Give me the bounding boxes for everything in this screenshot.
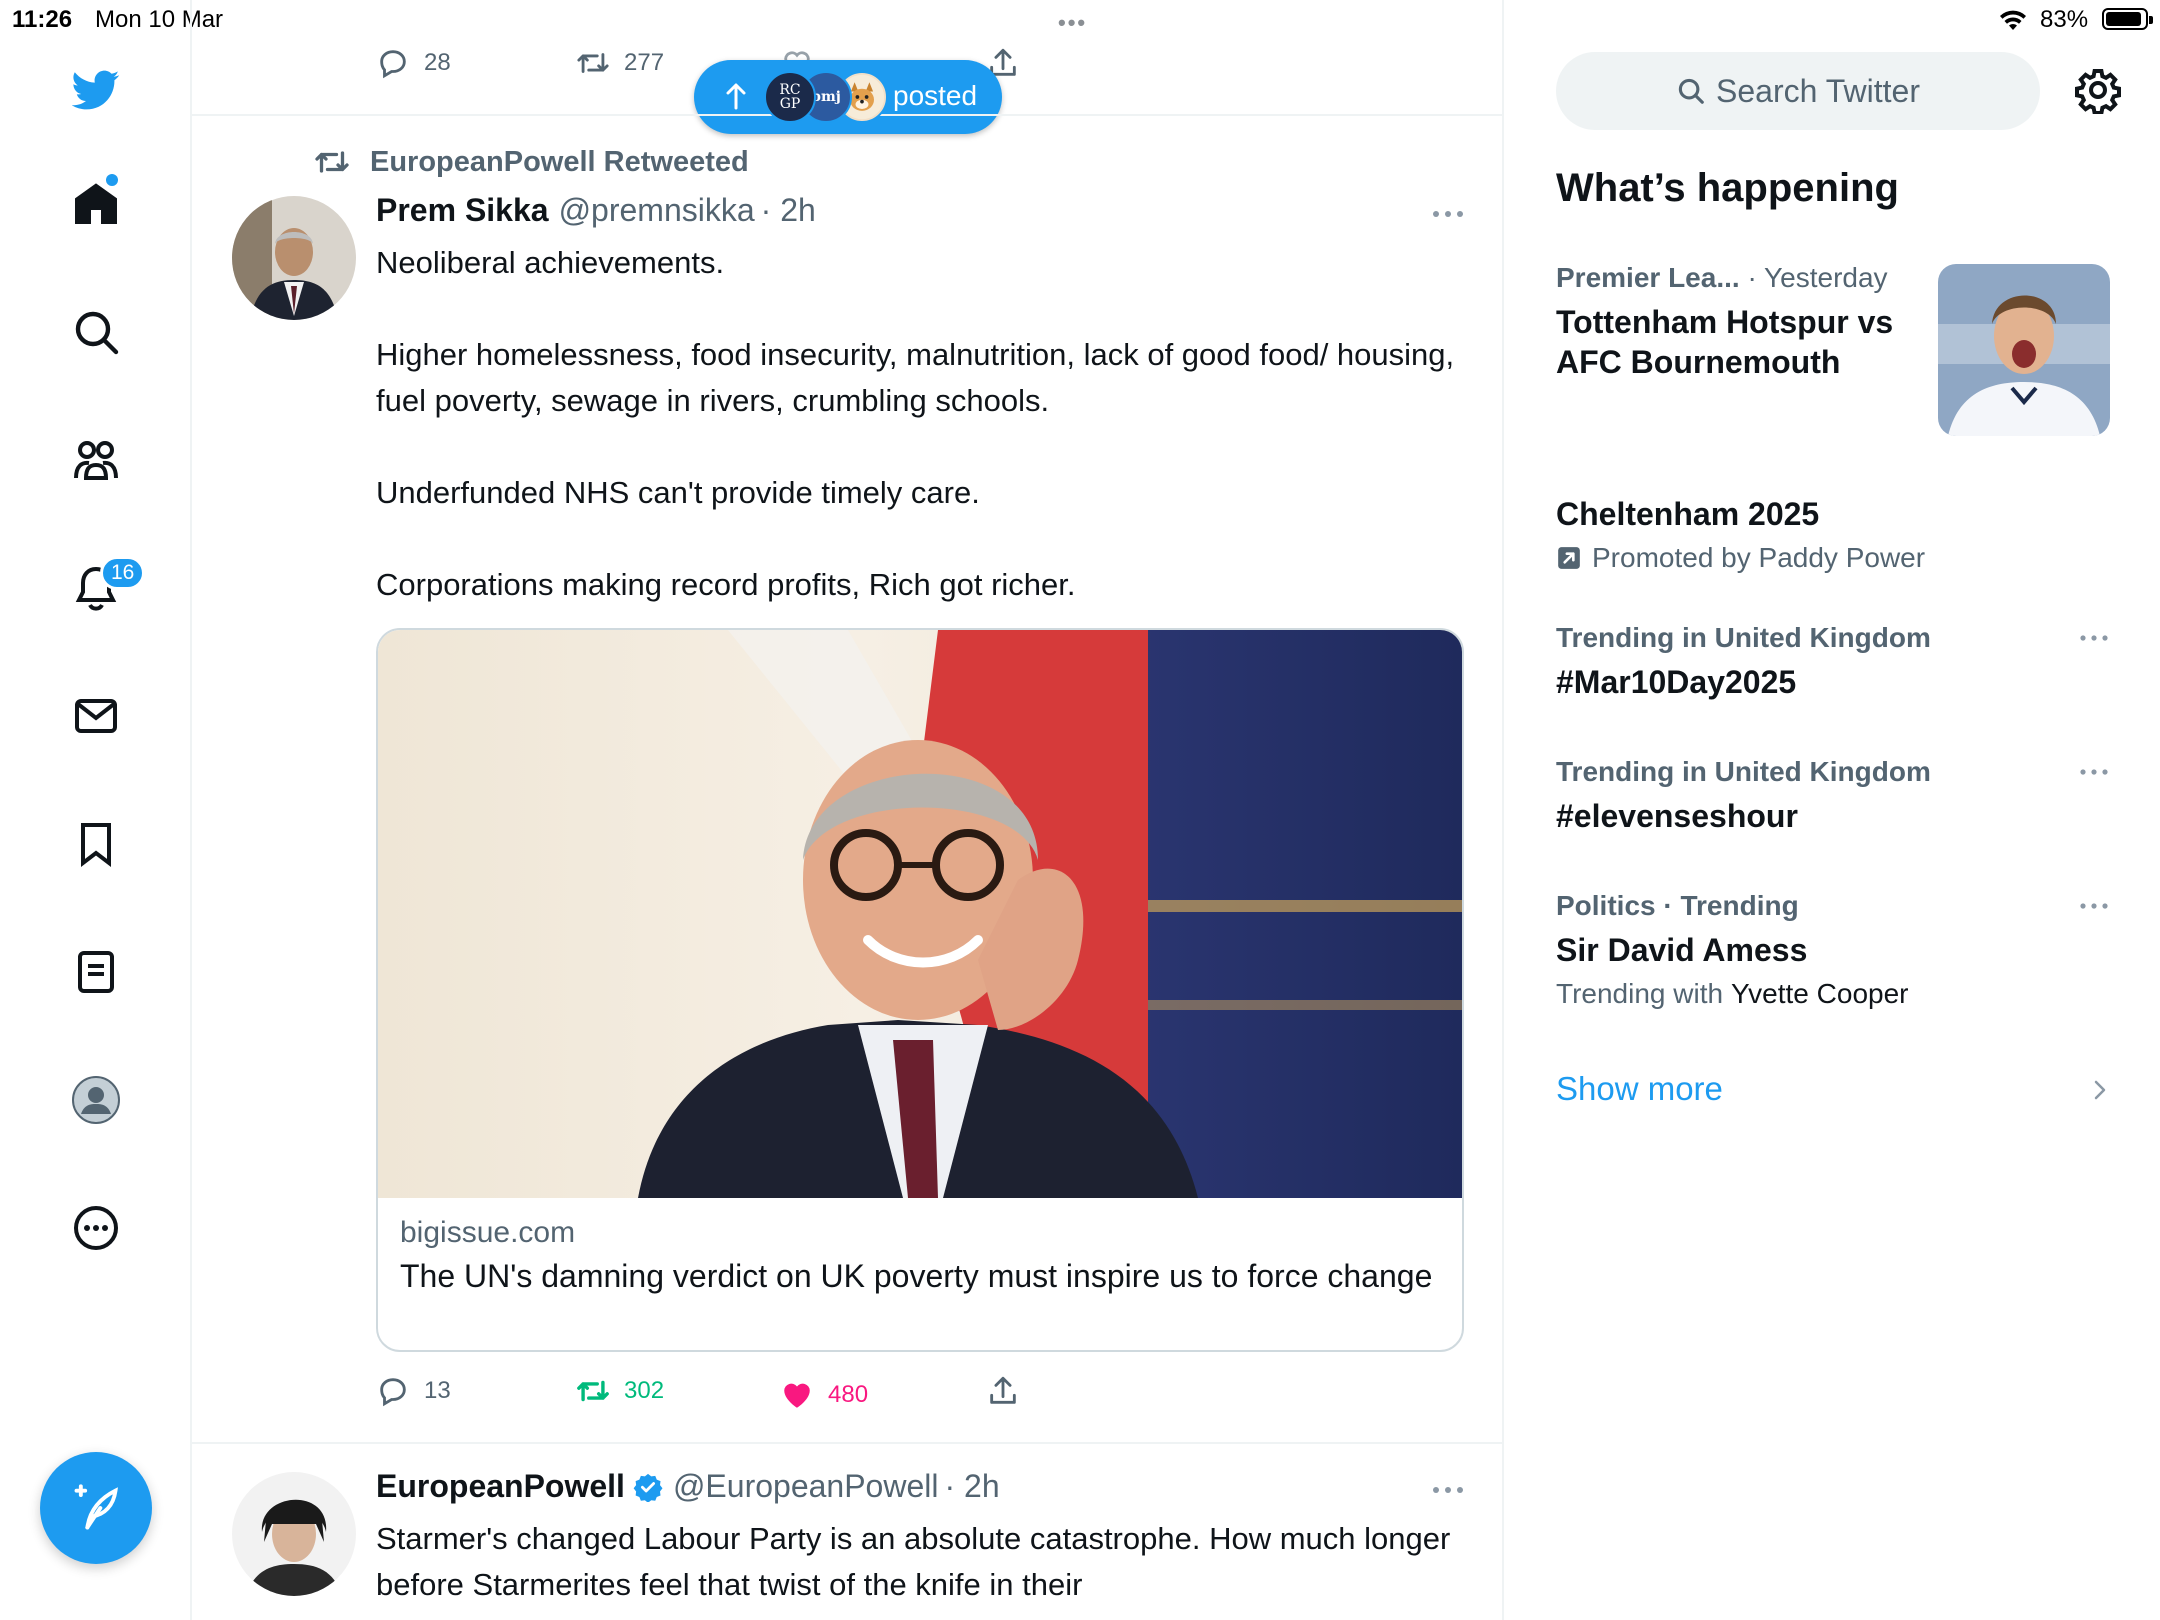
author-name[interactable]: Prem Sikka bbox=[376, 192, 549, 229]
tweet-more-icon[interactable] bbox=[1430, 1480, 1466, 1500]
compose-icon bbox=[74, 1484, 118, 1530]
link-card-image bbox=[378, 630, 1462, 1198]
whats-happening-title: What’s happening bbox=[1556, 166, 1899, 210]
trend-category: Trending in United Kingdom bbox=[1556, 756, 1931, 787]
prev-retweet-count: 277 bbox=[624, 49, 665, 76]
verified-badge-icon bbox=[633, 1473, 663, 1502]
trend-more-icon[interactable] bbox=[2078, 632, 2110, 644]
tweet-text: Starmer's changed Labour Party is an abs… bbox=[376, 1521, 1451, 1602]
settings-gear-icon[interactable] bbox=[2074, 66, 2122, 114]
trend-item[interactable]: Trending in United Kingdom #elevenseshou… bbox=[1556, 756, 1931, 836]
tweet-text-line: Underfunded NHS can't provide timely car… bbox=[376, 475, 980, 510]
tweet-time[interactable]: · 2h bbox=[944, 1468, 999, 1505]
new-posts-pill[interactable]: RC GP bmj posted bbox=[694, 60, 1002, 134]
trend-category: Trending in United Kingdom bbox=[1556, 622, 1931, 653]
arrow-up-icon bbox=[726, 83, 746, 110]
share-button[interactable] bbox=[986, 1374, 1034, 1408]
search-icon bbox=[1678, 78, 1704, 104]
retweeted-by-label: EuropeanPowell Retweeted bbox=[370, 145, 749, 178]
heart-filled-icon bbox=[784, 1383, 810, 1408]
retweet-count: 302 bbox=[624, 1377, 665, 1404]
trend-headline: #Mar10Day2025 bbox=[1556, 664, 1797, 700]
prev-reply-count: 28 bbox=[424, 49, 451, 76]
show-more-link[interactable]: Show more bbox=[1556, 1070, 1723, 1108]
search-placeholder: Search Twitter bbox=[1716, 72, 1920, 109]
notifications-badge: 16 bbox=[100, 556, 146, 590]
home-unread-dot bbox=[106, 174, 118, 186]
author-handle[interactable]: @EuropeanPowell bbox=[673, 1468, 939, 1505]
retweet-icon bbox=[315, 151, 349, 173]
like-button[interactable]: 480 bbox=[780, 1378, 868, 1412]
promoted-trend-item[interactable]: Cheltenham 2025 Promoted by Paddy Power bbox=[1556, 486, 1925, 574]
rcgp-avatar-label: RC GP bbox=[779, 82, 801, 112]
bookmarks-icon[interactable] bbox=[60, 808, 132, 880]
trend-item[interactable]: Trending in United Kingdom #Mar10Day2025 bbox=[1556, 622, 1931, 702]
link-card-title: The UN's damning verdict on UK poverty m… bbox=[400, 1258, 1433, 1294]
trend-category: Premier Lea... bbox=[1556, 262, 1740, 293]
reply-icon bbox=[380, 1378, 406, 1407]
link-card-domain: bigissue.com bbox=[400, 1216, 576, 1249]
twitter-logo-icon[interactable] bbox=[60, 54, 132, 126]
trend-time: · Yesterday bbox=[1747, 262, 1888, 293]
profile-icon[interactable] bbox=[60, 1064, 132, 1136]
new-posts-label: posted bbox=[893, 80, 978, 111]
right-sidebar: Search Twitter What’s happening Premier … bbox=[1504, 0, 2160, 1620]
search-input[interactable]: Search Twitter bbox=[1556, 52, 2040, 130]
messages-icon[interactable] bbox=[60, 680, 132, 752]
trending-with-name: Yvette Cooper bbox=[1731, 978, 1909, 1009]
tweet-separator bbox=[192, 1442, 1504, 1444]
timeline: 28 277 RC GP bmj posted EuropeanPowell R… bbox=[192, 0, 1504, 1620]
trend-category: Politics · Trending bbox=[1556, 890, 1799, 921]
trend-headline: Sir David Amess bbox=[1556, 932, 1808, 968]
trend-thumbnail[interactable] bbox=[1938, 264, 2110, 436]
link-card[interactable]: bigissue.com The UN's damning verdict on… bbox=[376, 628, 1464, 1352]
reply-button[interactable]: 13 bbox=[376, 1374, 451, 1408]
retweet-icon bbox=[577, 1380, 609, 1402]
tweet-text-line: Higher homelessness, food insecurity, ma… bbox=[376, 337, 1455, 418]
lists-icon[interactable] bbox=[60, 936, 132, 1008]
like-count: 480 bbox=[828, 1381, 869, 1408]
trend-more-icon[interactable] bbox=[2078, 900, 2110, 912]
trend-item[interactable]: Politics · Trending Sir David Amess Tren… bbox=[1556, 890, 1909, 1010]
tweet-header: Prem Sikka @premnsikka · 2h bbox=[376, 192, 816, 229]
trend-headline: Cheltenham 2025 bbox=[1556, 496, 1820, 532]
home-icon[interactable] bbox=[60, 168, 132, 240]
tweet-text: Neoliberal achievements. Higher homeless… bbox=[376, 240, 1466, 608]
trend-headline: Tottenham Hotspur vs AFC Bournemouth bbox=[1556, 304, 1894, 380]
promoted-icon bbox=[1558, 547, 1580, 569]
share-icon bbox=[990, 1376, 1016, 1404]
tweet-header: EuropeanPowell @EuropeanPowell · 2h bbox=[376, 1468, 1000, 1505]
tweet-text-line: Corporations making record profits, Rich… bbox=[376, 567, 1076, 602]
prev-retweet-button[interactable]: 277 bbox=[576, 46, 664, 80]
retweet-icon bbox=[577, 53, 609, 73]
avatar[interactable] bbox=[232, 196, 356, 320]
compose-button[interactable] bbox=[40, 1452, 152, 1564]
tweet-time[interactable]: · 2h bbox=[761, 192, 816, 229]
search-icon[interactable] bbox=[60, 296, 132, 368]
trending-with-prefix: Trending with bbox=[1556, 978, 1724, 1009]
rcgp-avatar: RC GP bbox=[764, 71, 816, 123]
trend-headline: #elevenseshour bbox=[1556, 798, 1798, 834]
tweet-text-line: Neoliberal achievements. bbox=[376, 245, 725, 280]
retweet-button[interactable]: 302 bbox=[576, 1374, 664, 1408]
promoted-by: Promoted by Paddy Power bbox=[1592, 542, 1926, 573]
avatar[interactable] bbox=[232, 1472, 356, 1596]
author-handle[interactable]: @premnsikka bbox=[559, 192, 755, 229]
prev-reply-button[interactable]: 28 bbox=[376, 46, 451, 80]
retweeted-by: EuropeanPowell Retweeted bbox=[314, 144, 749, 180]
reply-count: 13 bbox=[424, 1377, 451, 1404]
reply-icon bbox=[380, 50, 406, 79]
left-nav: 16 bbox=[0, 0, 192, 1620]
author-name[interactable]: EuropeanPowell bbox=[376, 1468, 625, 1505]
communities-icon[interactable] bbox=[60, 424, 132, 496]
trend-item[interactable]: Premier Lea... · Yesterday Tottenham Hot… bbox=[1556, 262, 1928, 382]
chevron-right-icon bbox=[2094, 1080, 2106, 1100]
trend-more-icon[interactable] bbox=[2078, 766, 2110, 778]
more-icon[interactable] bbox=[60, 1192, 132, 1264]
tweet-more-icon[interactable] bbox=[1430, 204, 1466, 224]
